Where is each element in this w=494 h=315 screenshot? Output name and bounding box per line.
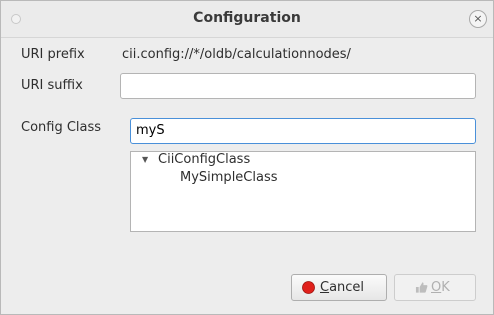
config-class-tree[interactable]: ▼ CiiConfigClass MySimpleClass bbox=[130, 151, 476, 232]
thumbs-up-icon bbox=[415, 282, 428, 293]
uri-suffix-label: URI suffix bbox=[21, 78, 83, 93]
tree-row-root[interactable]: ▼ CiiConfigClass bbox=[131, 152, 475, 170]
ok-label: OK bbox=[431, 280, 450, 295]
expander-down-icon[interactable]: ▼ bbox=[142, 155, 148, 164]
uri-suffix-input[interactable] bbox=[120, 73, 476, 99]
config-class-label: Config Class bbox=[21, 120, 102, 135]
tree-row-child[interactable]: MySimpleClass bbox=[131, 170, 475, 188]
config-class-input[interactable]: myS bbox=[130, 118, 476, 144]
configuration-dialog: Configuration × URI prefix cii.config://… bbox=[0, 0, 494, 315]
ok-button[interactable]: OK bbox=[394, 274, 476, 301]
window-title: Configuration bbox=[193, 10, 301, 26]
uri-prefix-value: cii.config://*/oldb/calculationnodes/ bbox=[122, 47, 351, 62]
cancel-button[interactable]: Cancel bbox=[291, 274, 387, 301]
tree-item-label: CiiConfigClass bbox=[158, 152, 251, 167]
stop-icon bbox=[302, 281, 315, 294]
cancel-label: Cancel bbox=[320, 280, 365, 295]
tree-item-label: MySimpleClass bbox=[180, 170, 278, 185]
uri-prefix-label: URI prefix bbox=[21, 47, 85, 62]
title-bar[interactable]: Configuration × bbox=[1, 1, 493, 38]
close-button[interactable]: × bbox=[469, 10, 487, 28]
